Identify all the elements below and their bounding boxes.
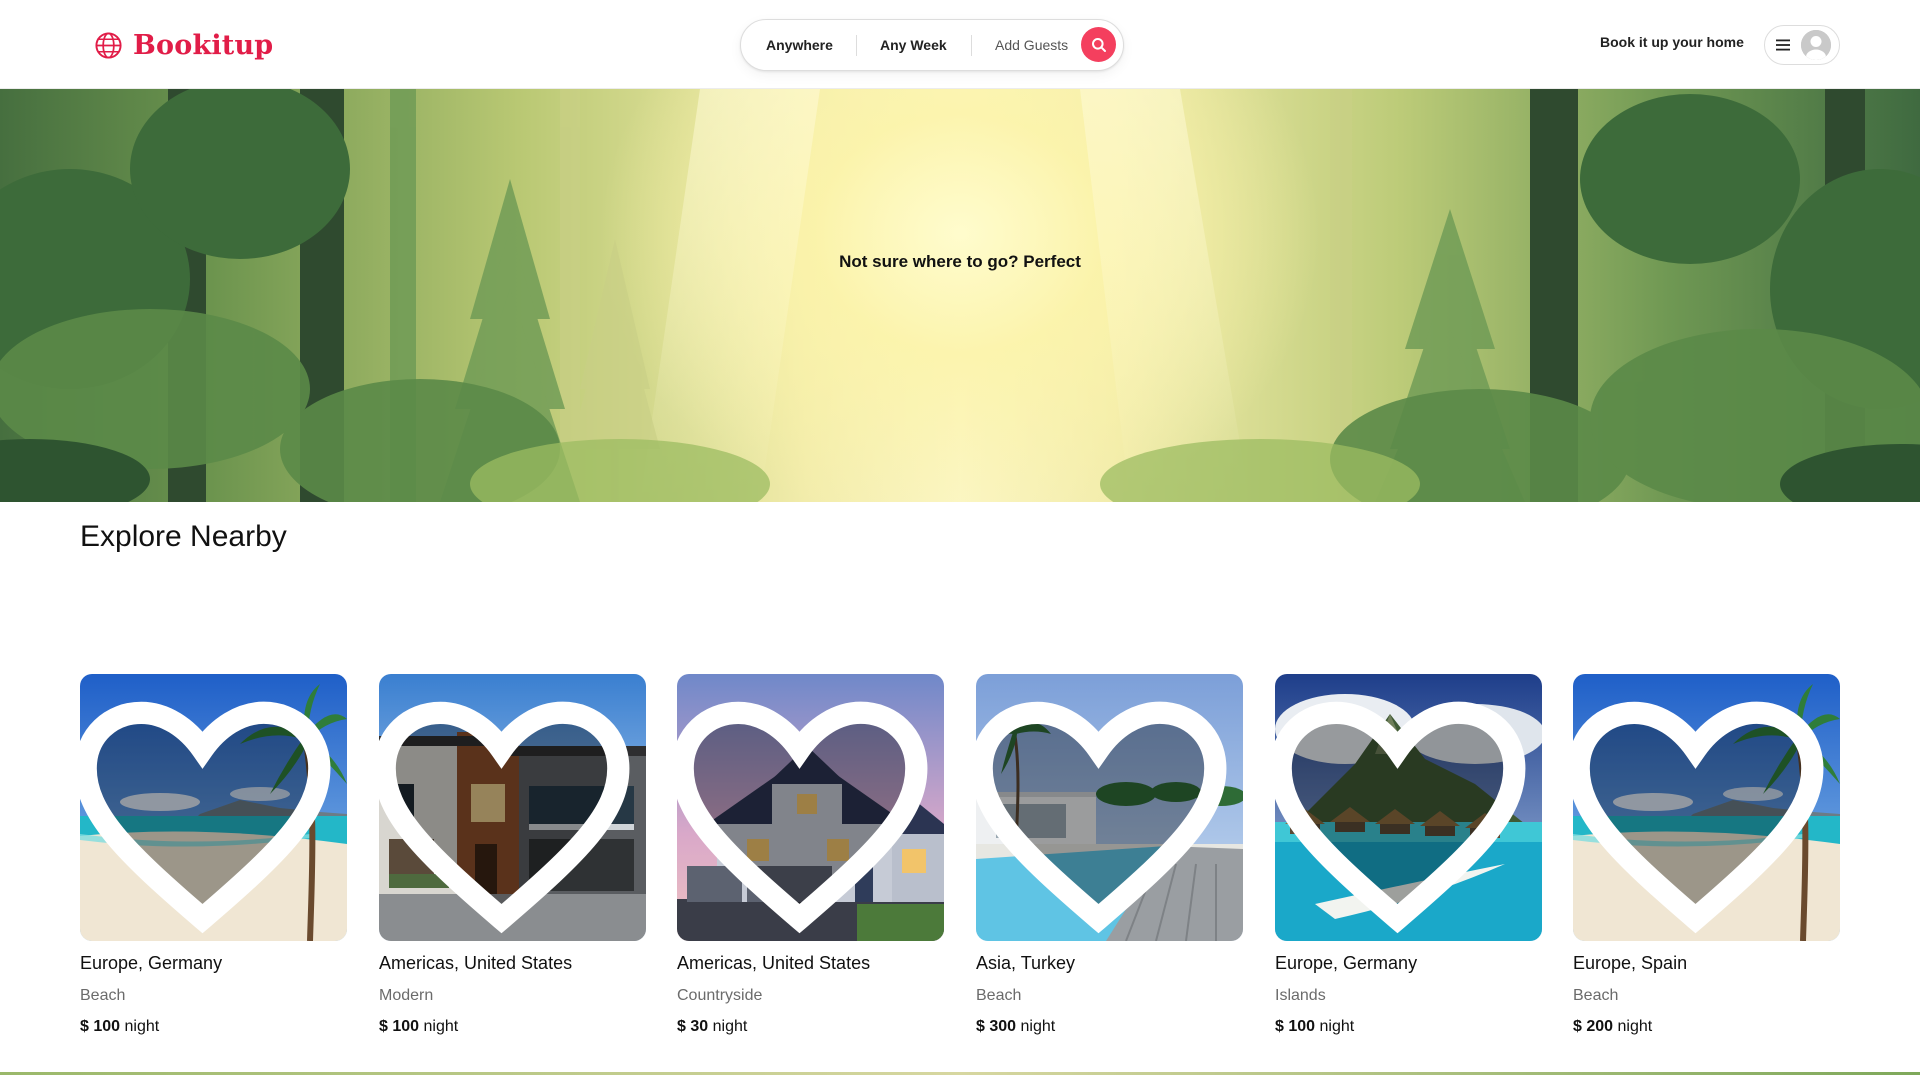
globe-icon	[95, 31, 122, 59]
listing-location: Europe, Germany	[1275, 953, 1418, 973]
listing-price: $ 100 night	[1275, 1018, 1354, 1036]
listing-location: Americas, United States	[677, 953, 871, 973]
heart-icon[interactable]	[379, 685, 635, 941]
heart-icon[interactable]	[677, 685, 933, 941]
search-divider	[856, 35, 857, 56]
listing-card[interactable]: Asia, Turkey Beach $ 300 night	[976, 674, 1243, 1046]
price-unit: night	[712, 1018, 748, 1035]
price-unit: night	[1020, 1018, 1056, 1035]
price-amount: 300	[989, 1018, 1017, 1035]
listing-category: Modern	[379, 987, 434, 1004]
price-amount: 100	[93, 1018, 121, 1035]
price-amount: 100	[1288, 1018, 1316, 1035]
listing-location: Europe, Germany	[80, 953, 223, 973]
brand-name: Bookitup	[133, 29, 274, 61]
search-bar[interactable]: Anywhere Any Week Add Guests	[740, 19, 1124, 71]
user-avatar-icon	[1801, 30, 1831, 60]
brand-logo[interactable]: Bookitup	[94, 28, 273, 62]
section-title-explore-nearby: Explore Nearby	[80, 520, 287, 553]
listing-image[interactable]	[1573, 674, 1840, 941]
price-amount: 100	[392, 1018, 420, 1035]
user-menu-button[interactable]	[1764, 25, 1840, 65]
price-amount: 30	[690, 1018, 709, 1035]
search-icon	[1091, 37, 1106, 52]
price-currency: $	[80, 1018, 89, 1035]
listing-price: $ 30 night	[677, 1018, 747, 1036]
search-add-guests[interactable]: Add Guests	[995, 20, 1068, 70]
avatar	[1801, 30, 1831, 60]
heart-icon[interactable]	[1275, 685, 1531, 941]
listing-card[interactable]: Europe, Spain Beach $ 200 night	[1573, 674, 1840, 1046]
heart-icon[interactable]	[1573, 685, 1829, 941]
listing-category: Beach	[1573, 987, 1619, 1004]
listing-image[interactable]	[976, 674, 1243, 941]
listing-card[interactable]: Americas, United States Modern $ 100 nig…	[379, 674, 646, 1046]
search-anywhere[interactable]: Anywhere	[766, 20, 833, 70]
listing-card[interactable]: Europe, Germany Beach $ 100 night	[80, 674, 347, 1046]
price-unit: night	[124, 1018, 160, 1035]
search-button[interactable]	[1081, 27, 1116, 62]
host-your-home-link[interactable]: Book it up your home	[1600, 34, 1744, 50]
listing-price: $ 200 night	[1573, 1018, 1652, 1036]
price-currency: $	[1275, 1018, 1284, 1035]
forest-illustration	[0, 89, 1920, 502]
price-unit: night	[1617, 1018, 1653, 1035]
listing-image[interactable]	[677, 674, 944, 941]
listing-category: Beach	[80, 987, 126, 1004]
listing-category: Islands	[1275, 987, 1326, 1004]
price-currency: $	[677, 1018, 686, 1035]
hamburger-menu-icon	[1776, 39, 1790, 51]
listing-category: Beach	[976, 987, 1022, 1004]
listing-image[interactable]	[379, 674, 646, 941]
search-divider	[971, 35, 972, 56]
heart-icon[interactable]	[976, 685, 1232, 941]
top-navbar: Bookitup Anywhere Any Week Add Guests Bo…	[0, 0, 1920, 89]
hero-tagline: Not sure where to go? Perfect	[839, 252, 1081, 271]
listing-price: $ 100 night	[80, 1018, 159, 1036]
price-amount: 200	[1586, 1018, 1614, 1035]
listing-location: Asia, Turkey	[976, 953, 1076, 973]
price-currency: $	[379, 1018, 388, 1035]
listing-category: Countryside	[677, 987, 763, 1004]
listing-card[interactable]: Europe, Germany Islands $ 100 night	[1275, 674, 1542, 1046]
price-unit: night	[423, 1018, 459, 1035]
price-unit: night	[1319, 1018, 1355, 1035]
heart-icon[interactable]	[80, 685, 336, 941]
listing-location: Europe, Spain	[1573, 953, 1688, 973]
listing-location: Americas, United States	[379, 953, 573, 973]
listing-card[interactable]: Americas, United States Countryside $ 30…	[677, 674, 944, 1046]
listing-price: $ 100 night	[379, 1018, 458, 1036]
price-currency: $	[976, 1018, 985, 1035]
listing-price: $ 300 night	[976, 1018, 1055, 1036]
listing-image[interactable]	[80, 674, 347, 941]
listing-image[interactable]	[1275, 674, 1542, 941]
hero-banner: Not sure where to go? Perfect	[0, 89, 1920, 502]
price-currency: $	[1573, 1018, 1582, 1035]
search-any-week[interactable]: Any Week	[880, 20, 947, 70]
